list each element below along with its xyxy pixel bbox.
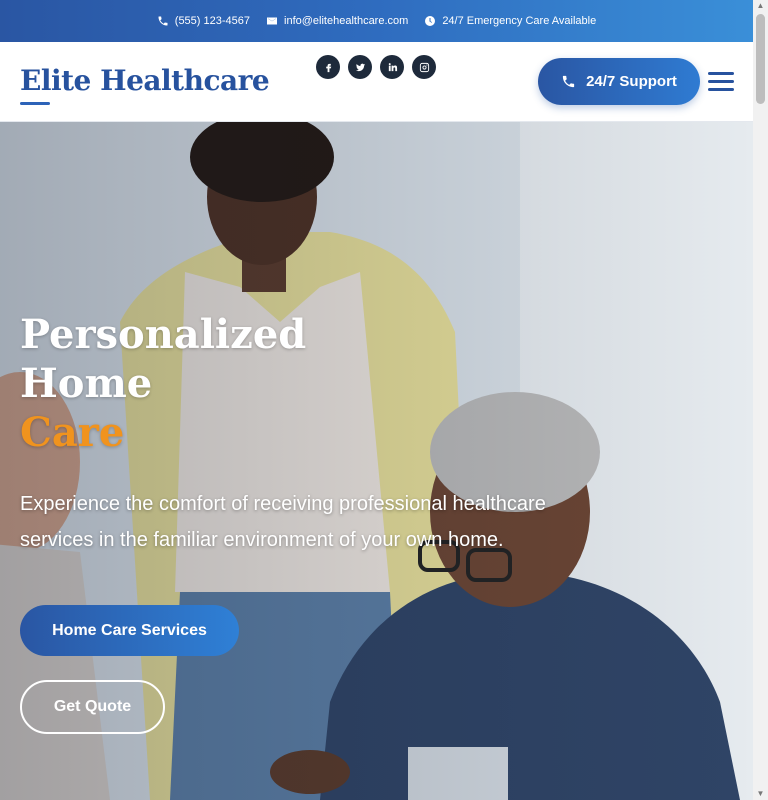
hero-subtitle: Experience the comfort of receiving prof… bbox=[20, 493, 546, 551]
envelope-icon bbox=[267, 17, 278, 25]
hero-title-line-1: Personalized bbox=[20, 311, 307, 358]
hamburger-menu-icon[interactable] bbox=[708, 72, 734, 92]
social-links bbox=[316, 55, 436, 79]
phone-icon bbox=[562, 75, 575, 88]
site-header: Elite Healthcare 24/7 Support bbox=[0, 42, 753, 122]
email-text: info@elitehealthcare.com bbox=[284, 15, 409, 27]
page-scrollbar[interactable]: ▲ ▼ bbox=[753, 0, 768, 800]
scroll-thumb[interactable] bbox=[756, 14, 765, 104]
scroll-up-arrow-icon[interactable]: ▲ bbox=[756, 2, 765, 10]
emergency-text: 24/7 Emergency Care Available bbox=[442, 15, 597, 27]
emergency-info: 24/7 Emergency Care Available bbox=[424, 15, 596, 27]
support-label: 24/7 Support bbox=[586, 73, 677, 90]
home-care-services-button[interactable]: Home Care Services bbox=[20, 605, 239, 656]
hero-title-line-2: Home bbox=[20, 360, 153, 407]
phone-info[interactable]: (555) 123-4567 bbox=[157, 15, 250, 27]
logo-underline bbox=[20, 102, 50, 105]
scroll-down-arrow-icon[interactable]: ▼ bbox=[756, 790, 765, 798]
email-info[interactable]: info@elitehealthcare.com bbox=[266, 15, 408, 27]
phone-text: (555) 123-4567 bbox=[174, 15, 251, 27]
phone-icon bbox=[158, 16, 168, 26]
site-logo[interactable]: Elite Healthcare bbox=[20, 64, 270, 97]
clock-icon bbox=[425, 16, 436, 26]
get-quote-button[interactable]: Get Quote bbox=[20, 680, 165, 734]
support-button[interactable]: 24/7 Support bbox=[538, 58, 700, 105]
hero-section: Personalized Home Care Experience the co… bbox=[0, 122, 753, 800]
twitter-icon[interactable] bbox=[348, 55, 372, 79]
facebook-icon[interactable] bbox=[316, 55, 340, 79]
linkedin-icon[interactable] bbox=[380, 55, 404, 79]
hero-title-accent: Care bbox=[20, 409, 125, 456]
instagram-icon[interactable] bbox=[412, 55, 436, 79]
hero-title: Personalized Home Care bbox=[20, 310, 380, 457]
top-info-bar: (555) 123-4567 info@elitehealthcare.com … bbox=[0, 0, 753, 42]
